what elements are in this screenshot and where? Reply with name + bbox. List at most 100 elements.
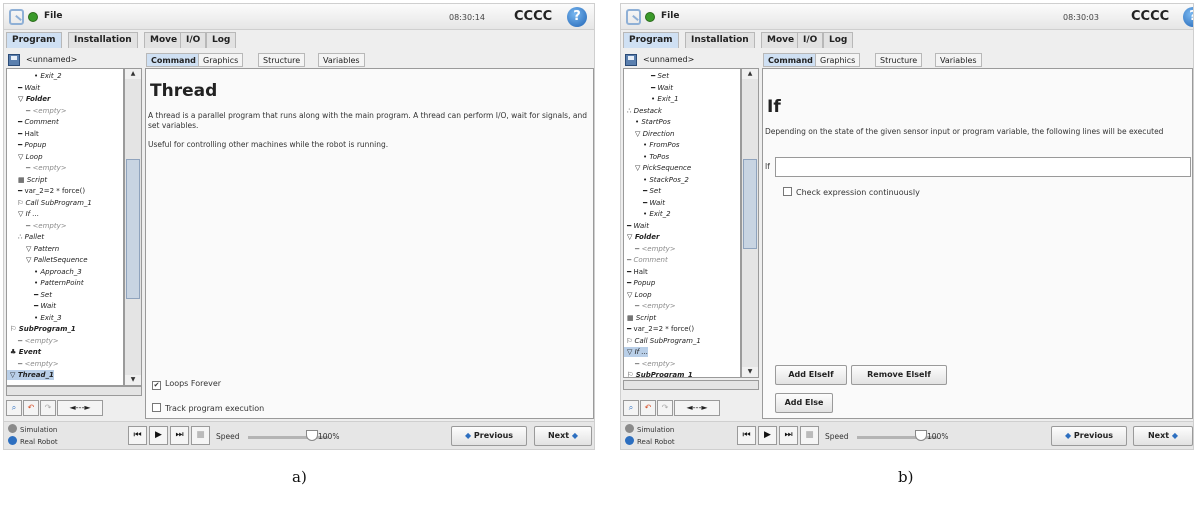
step-button[interactable]: ⏭ bbox=[779, 426, 798, 445]
tab-io[interactable]: I/O bbox=[797, 32, 824, 48]
checkbox-unchecked-icon[interactable] bbox=[152, 403, 161, 412]
tree-node[interactable]: • ToPos bbox=[624, 152, 669, 162]
redo-icon[interactable]: ↷ bbox=[657, 400, 673, 416]
tree-node[interactable]: ▽ If ... bbox=[7, 209, 39, 219]
tab-io[interactable]: I/O bbox=[180, 32, 207, 48]
tree-node[interactable]: ━ Popup bbox=[7, 140, 46, 150]
scroll-thumb[interactable] bbox=[743, 159, 757, 249]
tree-node[interactable]: ⚐ Call SubProgram_1 bbox=[624, 336, 701, 346]
tree-node[interactable]: ━ <empty> bbox=[7, 163, 67, 173]
tab-program[interactable]: Program bbox=[6, 32, 62, 48]
tree-node[interactable]: ━ Comment bbox=[624, 255, 668, 265]
tab-structure[interactable]: Structure bbox=[875, 53, 923, 67]
tree-node[interactable]: • Exit_1 bbox=[624, 94, 679, 104]
help-icon[interactable]: ? bbox=[567, 7, 587, 27]
search-icon[interactable]: ⌕ bbox=[623, 400, 639, 416]
tree-node[interactable]: ▽ PalletSequence bbox=[7, 255, 88, 265]
simulation-mode[interactable]: Simulation bbox=[625, 424, 674, 434]
tree-node[interactable]: ━ <empty> bbox=[7, 359, 59, 369]
tab-command[interactable]: Command bbox=[146, 53, 201, 67]
file-menu[interactable]: File bbox=[44, 11, 62, 21]
tree-vertical-scrollbar[interactable]: ▲ ▼ bbox=[741, 68, 759, 378]
tree-node[interactable]: ▽ Folder bbox=[7, 94, 50, 104]
tree-node[interactable]: ━ <empty> bbox=[7, 106, 67, 116]
scroll-down-icon[interactable]: ▼ bbox=[742, 367, 758, 377]
play-button[interactable]: ▶ bbox=[149, 426, 168, 445]
if-expression-input[interactable] bbox=[775, 157, 1191, 177]
tab-variables[interactable]: Variables bbox=[935, 53, 982, 67]
tree-node[interactable]: ━ Halt bbox=[624, 267, 648, 277]
program-tree[interactable]: ━ Set ━ Wait • Exit_1 ∴ Destack • StartPos ▽ … bbox=[623, 68, 741, 378]
tab-log[interactable]: Log bbox=[823, 32, 854, 48]
tree-horizontal-scrollbar[interactable] bbox=[623, 380, 759, 390]
add-else-button[interactable]: Add Else bbox=[775, 393, 833, 413]
tree-node[interactable]: ━ Set bbox=[7, 290, 52, 300]
tree-node[interactable]: ━ <empty> bbox=[624, 359, 676, 369]
tree-node[interactable]: ▦ Script bbox=[624, 313, 656, 323]
simulation-mode[interactable]: Simulation bbox=[8, 424, 57, 434]
tree-node[interactable]: ▽ Pattern bbox=[7, 244, 59, 254]
move-node-arrows[interactable]: ◄---► bbox=[57, 400, 103, 416]
check-continuously-checkbox[interactable]: Check expression continuously bbox=[783, 187, 920, 198]
tree-node[interactable]: ━ var_2=2 * force() bbox=[7, 186, 85, 196]
tree-node[interactable]: ▦ Script bbox=[7, 175, 47, 185]
tree-node[interactable]: ━ Wait bbox=[7, 301, 56, 311]
checkbox-unchecked-icon[interactable] bbox=[783, 187, 792, 196]
tab-move[interactable]: Move bbox=[144, 32, 184, 48]
tree-node[interactable]: • FromPos bbox=[624, 140, 680, 150]
undo-icon[interactable]: ↶ bbox=[23, 400, 39, 416]
tree-node[interactable]: ▽ Thread_1 bbox=[7, 370, 54, 380]
help-icon[interactable]: ? bbox=[1183, 7, 1193, 27]
tree-node[interactable]: ━ var_2=2 * force() bbox=[624, 324, 694, 334]
tree-node[interactable]: ━ <empty> bbox=[7, 221, 67, 231]
tree-node[interactable]: ▽ PickSequence bbox=[624, 163, 691, 173]
tree-node[interactable]: ━ <empty> bbox=[7, 336, 59, 346]
tree-node[interactable]: ━ <empty> bbox=[624, 301, 676, 311]
play-button[interactable]: ▶ bbox=[758, 426, 777, 445]
add-elseif-button[interactable]: Add ElseIf bbox=[775, 365, 847, 385]
tree-node[interactable]: • StackPos_2 bbox=[624, 175, 689, 185]
tree-node[interactable]: ▽ Loop bbox=[624, 290, 652, 300]
save-icon[interactable] bbox=[8, 54, 20, 66]
tree-node[interactable]: ━ Halt bbox=[7, 129, 39, 139]
tree-node[interactable]: ♣ Event bbox=[7, 347, 41, 357]
tree-node[interactable]: ⚐ SubProgram_1 bbox=[7, 324, 76, 334]
tree-node[interactable]: ⚐ SubProgram_1 bbox=[624, 370, 693, 377]
power-status-icon[interactable] bbox=[645, 12, 655, 22]
tree-node[interactable]: • PatternPoint bbox=[7, 278, 84, 288]
tab-structure[interactable]: Structure bbox=[258, 53, 306, 67]
tree-horizontal-scrollbar[interactable] bbox=[6, 386, 142, 396]
checkbox-checked-icon[interactable]: ✔ bbox=[152, 381, 161, 390]
undo-icon[interactable]: ↶ bbox=[640, 400, 656, 416]
real-robot-mode[interactable]: Real Robot bbox=[625, 436, 675, 446]
tab-log[interactable]: Log bbox=[206, 32, 237, 48]
tab-graphics[interactable]: Graphics bbox=[815, 53, 861, 67]
tree-node[interactable]: • Exit_3 bbox=[7, 313, 62, 323]
stop-button[interactable]: ■ bbox=[800, 426, 819, 445]
tab-move[interactable]: Move bbox=[761, 32, 801, 48]
save-icon[interactable] bbox=[625, 54, 637, 66]
track-execution-checkbox[interactable]: Track program execution bbox=[152, 403, 264, 414]
tab-installation[interactable]: Installation bbox=[685, 32, 755, 48]
scroll-up-icon[interactable]: ▲ bbox=[125, 69, 141, 79]
next-button[interactable]: Next ◆ bbox=[1133, 426, 1193, 446]
tree-node[interactable]: • Exit_2 bbox=[7, 71, 62, 81]
remove-elseif-button[interactable]: Remove ElseIf bbox=[851, 365, 947, 385]
tree-node[interactable]: • Exit_2 bbox=[624, 209, 671, 219]
power-status-icon[interactable] bbox=[28, 12, 38, 22]
stop-button[interactable]: ■ bbox=[191, 426, 210, 445]
tab-command[interactable]: Command bbox=[763, 53, 818, 67]
next-button[interactable]: Next ◆ bbox=[534, 426, 592, 446]
step-button[interactable]: ⏭ bbox=[170, 426, 189, 445]
scroll-thumb[interactable] bbox=[126, 159, 140, 299]
tree-node[interactable]: ∴ Destack bbox=[624, 106, 662, 116]
tree-node[interactable]: ▽ Loop bbox=[7, 152, 43, 162]
tab-program[interactable]: Program bbox=[623, 32, 679, 48]
tree-node[interactable]: ━ Wait bbox=[624, 83, 673, 93]
previous-button[interactable]: ◆ Previous bbox=[1051, 426, 1127, 446]
tree-node[interactable]: ━ Set bbox=[624, 71, 669, 81]
tree-node[interactable]: ▽ Direction bbox=[624, 129, 674, 139]
previous-button[interactable]: ◆ Previous bbox=[451, 426, 527, 446]
tab-graphics[interactable]: Graphics bbox=[198, 53, 244, 67]
tree-node[interactable]: ━ Wait bbox=[624, 198, 665, 208]
